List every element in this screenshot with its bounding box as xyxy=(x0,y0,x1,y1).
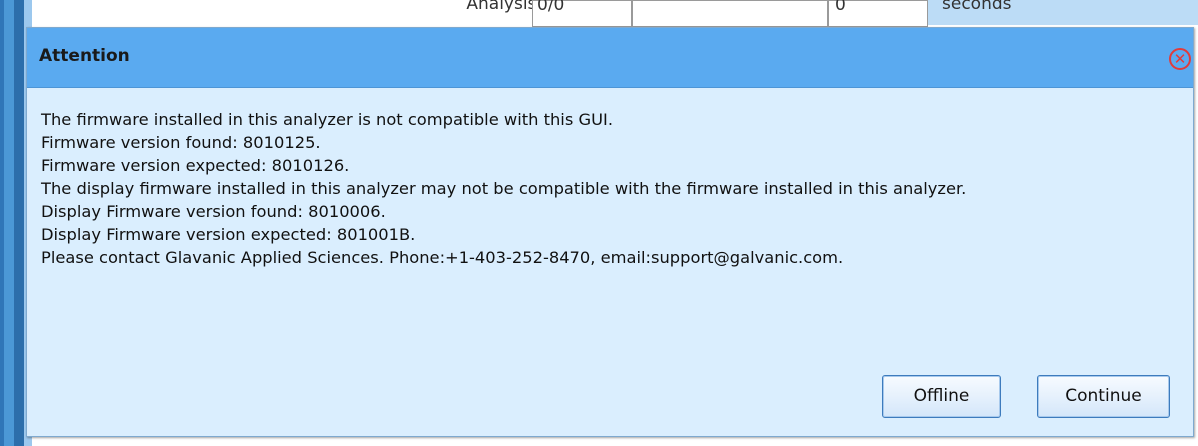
analysis-status-value: 0/0 xyxy=(537,0,565,15)
background-form-row: Analysis Status 0/0 0 seconds xyxy=(60,0,1198,27)
message-line: Display Firmware version found: 8010006. xyxy=(41,202,386,221)
message-line: Firmware version expected: 8010126. xyxy=(41,156,350,175)
units-label-cell: seconds xyxy=(928,0,1198,25)
continue-button[interactable]: Continue xyxy=(1037,375,1170,418)
background-edge xyxy=(4,0,14,446)
offline-button[interactable]: Offline xyxy=(882,375,1001,418)
dialog-titlebar: Attention ✕ xyxy=(27,28,1193,88)
message-line: Please contact Glavanic Applied Sciences… xyxy=(41,248,844,267)
dialog-message: The firmware installed in this analyzer … xyxy=(41,108,1181,269)
background-field xyxy=(632,0,828,27)
message-line: Display Firmware version expected: 80100… xyxy=(41,225,416,244)
close-icon[interactable]: ✕ xyxy=(1169,48,1191,70)
background-edge xyxy=(14,0,24,446)
units-label: seconds xyxy=(942,0,1012,14)
background-count-field: 0 xyxy=(828,0,928,27)
message-line: The firmware installed in this analyzer … xyxy=(41,110,613,129)
message-line: Firmware version found: 8010125. xyxy=(41,133,321,152)
background-count-value: 0 xyxy=(835,0,846,15)
attention-dialog: Attention ✕ The firmware installed in th… xyxy=(26,27,1194,437)
dialog-title: Attention xyxy=(39,46,130,66)
analysis-status-field: 0/0 xyxy=(532,0,632,27)
message-line: The display firmware installed in this a… xyxy=(41,179,967,198)
